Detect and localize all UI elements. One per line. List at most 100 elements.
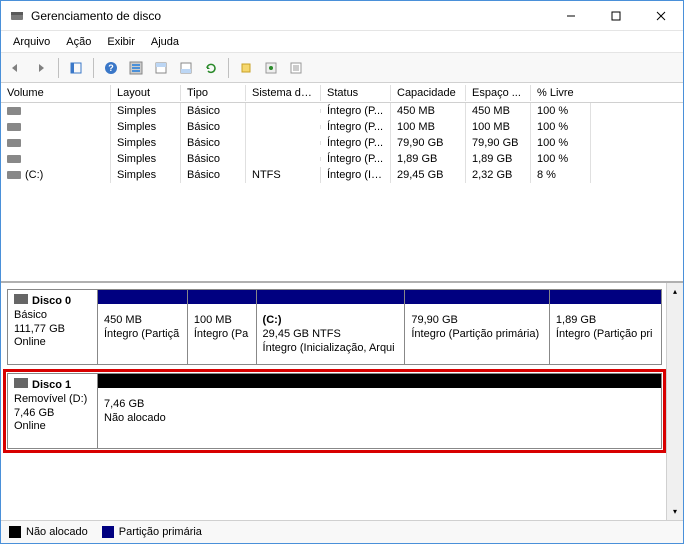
volume-capacity: 29,45 GB (391, 167, 466, 183)
settings-icon[interactable] (125, 57, 147, 79)
partition[interactable]: 100 MBÍntegro (Pa (187, 290, 256, 364)
col-volume[interactable]: Volume (1, 85, 111, 101)
volume-type: Básico (181, 119, 246, 135)
properties-icon[interactable] (260, 57, 282, 79)
close-button[interactable] (638, 1, 683, 31)
svg-text:?: ? (108, 63, 114, 73)
volume-capacity: 79,90 GB (391, 135, 466, 151)
window-title: Gerenciamento de disco (31, 9, 548, 23)
disk-icon (7, 171, 21, 179)
legend-label-primary: Partição primária (119, 526, 202, 538)
volume-row[interactable]: SimplesBásicoÍntegro (P...450 MB450 MB10… (1, 103, 683, 119)
partition-size: 29,45 GB NTFS (263, 328, 399, 342)
disk-row[interactable]: Disco 1 Removível (D:) 7,46 GB Online 7,46 G… (7, 373, 662, 449)
partition-status: Não alocado (104, 412, 655, 426)
disk-row[interactable]: Disco 0Básico111,77 GBOnline450 MBÍntegr… (7, 289, 662, 365)
volume-name: (C:) (25, 169, 43, 181)
volume-row[interactable]: SimplesBásicoÍntegro (P...1,89 GB1,89 GB… (1, 151, 683, 167)
volumes-list: Volume Layout Tipo Sistema de ... Status… (1, 83, 683, 283)
volume-layout: Simples (111, 135, 181, 151)
scrollbar[interactable]: ▴ ▾ (666, 283, 683, 520)
disk-info[interactable]: Disco 0Básico111,77 GBOnline (8, 290, 98, 364)
minimize-button[interactable] (548, 1, 593, 31)
volume-capacity: 1,89 GB (391, 151, 466, 167)
volume-filesystem (246, 141, 321, 145)
menu-file[interactable]: Arquivo (5, 34, 58, 50)
scroll-up-button[interactable]: ▴ (667, 283, 683, 300)
view-top-icon[interactable] (150, 57, 172, 79)
graphical-view: Disco 0Básico111,77 GBOnline450 MBÍntegr… (1, 283, 683, 521)
col-status[interactable]: Status (321, 85, 391, 101)
list-icon[interactable] (285, 57, 307, 79)
legend-swatch-unallocated (9, 526, 21, 538)
volume-percent: 100 % (531, 119, 591, 135)
partition[interactable]: 450 MBÍntegro (Partiçã (98, 290, 187, 364)
volume-layout: Simples (111, 103, 181, 119)
disk-type: Básico (14, 309, 91, 323)
back-button[interactable] (5, 57, 27, 79)
volume-percent: 100 % (531, 135, 591, 151)
volume-row[interactable]: (C:)SimplesBásicoNTFSÍntegro (Ini...29,4… (1, 167, 683, 183)
menu-help[interactable]: Ajuda (143, 34, 187, 50)
legend-label-unallocated: Não alocado (26, 526, 88, 538)
partition[interactable]: 1,89 GBÍntegro (Partição pri (549, 290, 661, 364)
disk-name: Disco 1 (32, 379, 71, 391)
help-icon[interactable]: ? (100, 57, 122, 79)
volumes-body[interactable]: SimplesBásicoÍntegro (P...450 MB450 MB10… (1, 103, 683, 281)
partition-size: 7,46 GB (104, 398, 655, 412)
menu-view[interactable]: Exibir (99, 34, 143, 50)
scroll-down-button[interactable]: ▾ (667, 503, 683, 520)
view-bottom-icon[interactable] (175, 57, 197, 79)
volume-free: 100 MB (466, 119, 531, 135)
disk-icon (14, 294, 28, 304)
col-layout[interactable]: Layout (111, 85, 181, 101)
forward-button[interactable] (30, 57, 52, 79)
disk-partitions: 7,46 GBNão alocado (98, 374, 661, 448)
scroll-track[interactable] (667, 300, 683, 503)
partition-status: Íntegro (Partiçã (104, 328, 181, 342)
toolbar-separator (93, 58, 94, 78)
refresh-icon[interactable] (200, 57, 222, 79)
volume-capacity: 450 MB (391, 103, 466, 119)
partition-size: 79,90 GB (411, 314, 543, 328)
menu-action[interactable]: Ação (58, 34, 99, 50)
volume-free: 79,90 GB (466, 135, 531, 151)
disk-info[interactable]: Disco 1Removível (D:)7,46 GBOnline (8, 374, 98, 448)
action-icon[interactable] (235, 57, 257, 79)
volume-status: Íntegro (P... (321, 119, 391, 135)
volume-type: Básico (181, 167, 246, 183)
maximize-button[interactable] (593, 1, 638, 31)
col-percent-free[interactable]: % Livre (531, 85, 591, 101)
col-capacity[interactable]: Capacidade (391, 85, 466, 101)
toolbar: ? (1, 53, 683, 83)
partition-size: 450 MB (104, 314, 181, 328)
disk-icon (7, 139, 21, 147)
partition[interactable]: 79,90 GBÍntegro (Partição primária) (404, 290, 549, 364)
disk-type: Removível (D:) (14, 393, 91, 407)
disk-icon (14, 378, 28, 388)
partition-status: Íntegro (Partição pri (556, 328, 655, 342)
disk-icon (7, 123, 21, 131)
volume-free: 2,32 GB (466, 167, 531, 183)
volume-filesystem: NTFS (246, 167, 321, 183)
volume-row[interactable]: SimplesBásicoÍntegro (P...79,90 GB79,90 … (1, 135, 683, 151)
col-filesystem[interactable]: Sistema de ... (246, 85, 321, 101)
partition-size: 1,89 GB (556, 314, 655, 328)
disk-status: Online (14, 420, 91, 434)
window-controls (548, 1, 683, 31)
volumes-header: Volume Layout Tipo Sistema de ... Status… (1, 83, 683, 103)
partition-bar (257, 290, 405, 304)
disk-name: Disco 0 (32, 295, 71, 307)
col-free-space[interactable]: Espaço ... (466, 85, 531, 101)
partition-status: Íntegro (Partição primária) (411, 328, 543, 342)
col-type[interactable]: Tipo (181, 85, 246, 101)
partition-status: Íntegro (Pa (194, 328, 250, 342)
partition[interactable]: 7,46 GBNão alocado (98, 374, 661, 448)
toolbar-separator (228, 58, 229, 78)
volume-capacity: 100 MB (391, 119, 466, 135)
volume-row[interactable]: SimplesBásicoÍntegro (P...100 MB100 MB10… (1, 119, 683, 135)
partition-bar (188, 290, 256, 304)
show-hide-button[interactable] (65, 57, 87, 79)
graphical-content: Disco 0Básico111,77 GBOnline450 MBÍntegr… (1, 283, 666, 520)
partition[interactable]: (C:)29,45 GB NTFSÍntegro (Inicialização,… (256, 290, 405, 364)
